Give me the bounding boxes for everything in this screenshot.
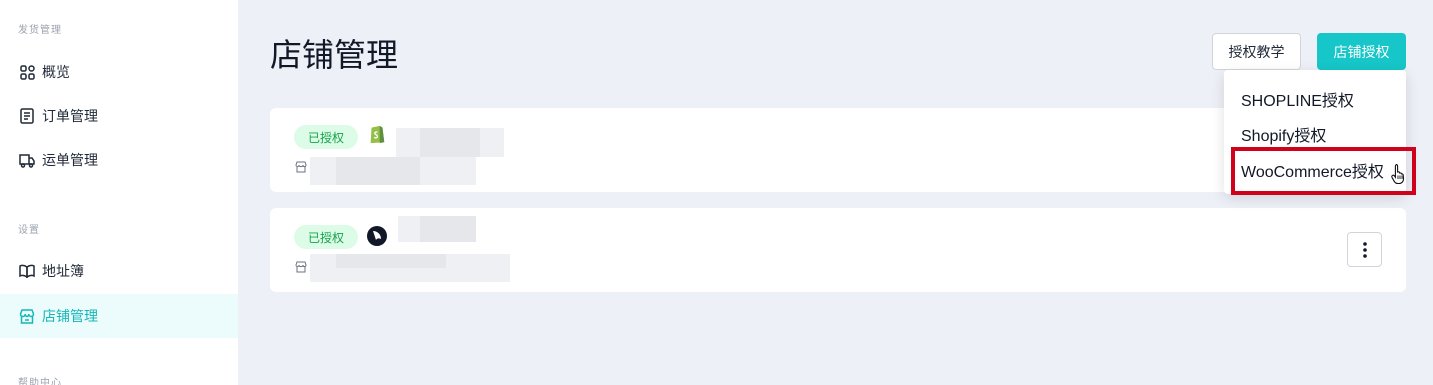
menu-item-shopify[interactable]: Shopify授权	[1241, 122, 1326, 146]
store-icon	[19, 308, 35, 324]
shop-icon	[295, 161, 307, 173]
sidebar-item-orders[interactable]: 订单管理	[0, 94, 238, 138]
sidebar-item-label: 概览	[42, 64, 70, 80]
shopline-icon	[367, 226, 387, 246]
redacted-store-name	[420, 128, 480, 157]
store-card: 已授权	[270, 208, 1406, 292]
section-title-settings: 设置	[18, 225, 40, 236]
sidebar-item-label: 地址簿	[42, 263, 84, 279]
section-title-help: 帮助中心	[18, 378, 62, 385]
highlight-box	[1231, 147, 1416, 195]
page-title: 店铺管理	[270, 37, 399, 73]
shopify-icon	[370, 125, 385, 144]
grid-icon	[19, 64, 35, 80]
sidebar-item-store-management[interactable]: 店铺管理	[0, 294, 238, 338]
sidebar-item-overview[interactable]: 概览	[0, 50, 238, 94]
redacted-store-name	[420, 216, 476, 242]
book-icon	[19, 263, 35, 279]
authorize-store-button[interactable]: 店铺授权	[1317, 33, 1406, 70]
tutorial-button[interactable]: 授权教学	[1212, 33, 1301, 70]
truck-icon	[19, 152, 35, 168]
hand-cursor-icon	[1391, 163, 1405, 185]
sidebar-item-address-book[interactable]: 地址簿	[0, 249, 238, 293]
more-actions-button[interactable]	[1347, 232, 1382, 267]
more-vertical-icon	[1362, 241, 1367, 258]
sidebar-item-label: 运单管理	[42, 152, 98, 168]
status-badge: 已授权	[294, 125, 358, 149]
sidebar: 发货管理 概览 订单管理 运单管理 设置 地址簿 店铺管理 帮助中心	[0, 0, 238, 385]
redacted-store-url	[336, 157, 420, 185]
sidebar-item-label: 订单管理	[42, 108, 98, 124]
status-badge: 已授权	[294, 225, 358, 249]
redacted-store-url	[336, 254, 446, 268]
shop-icon	[295, 261, 307, 273]
document-icon	[19, 108, 35, 124]
section-title-shipping: 发货管理	[18, 25, 62, 36]
sidebar-item-waybills[interactable]: 运单管理	[0, 138, 238, 182]
sidebar-item-label: 店铺管理	[42, 308, 98, 324]
menu-item-shopline[interactable]: SHOPLINE授权	[1241, 87, 1354, 111]
